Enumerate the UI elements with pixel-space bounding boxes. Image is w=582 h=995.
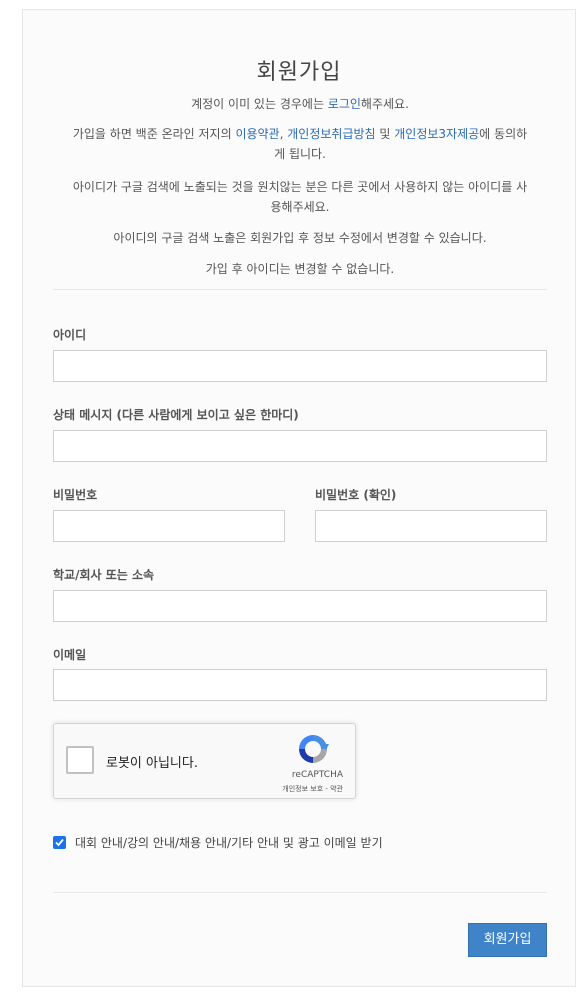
info-login-line: 계정이 이미 있는 경우에는 로그인해주세요. (55, 94, 545, 114)
signup-submit-button[interactable]: 회원가입 (468, 923, 547, 957)
recaptcha-brand: reCAPTCHA (291, 770, 343, 780)
info-text: 에 동의하 (479, 127, 528, 141)
email-consent-label[interactable]: 대회 안내/강의 안내/채용 안내/기타 안내 및 광고 이메일 받기 (75, 834, 383, 851)
password-label: 비밀번호 (53, 488, 98, 502)
page-title: 회원가입 (256, 60, 342, 85)
privacy-link[interactable]: 개인정보취급방침 (287, 127, 375, 141)
username-label: 아이디 (53, 328, 87, 342)
username-input[interactable] (53, 350, 547, 382)
status-message-input[interactable] (53, 430, 547, 462)
email-label: 이메일 (53, 648, 87, 662)
password-confirm-label: 비밀번호 (확인) (315, 488, 397, 502)
info-text: 아이디가 구글 검색에 노출되는 것을 원치않는 분은 다른 곳에서 사용하지 … (72, 180, 528, 194)
school-label: 학교/회사 또는 소속 (53, 568, 155, 582)
recaptcha-label: 로봇이 아닙니다. (106, 756, 198, 771)
checkmark-icon (55, 838, 64, 847)
info-change-line: 아이디의 구글 검색 노출은 회원가입 후 정보 수정에서 변경할 수 있습니다… (113, 231, 487, 245)
recaptcha-checkbox[interactable] (66, 746, 94, 774)
info-separator: 및 (375, 127, 395, 141)
info-fixed-id-line: 가입 후 아이디는 변경할 수 없습니다. (205, 262, 395, 276)
info-terms-line: 가입을 하면 백준 온라인 저지의 이용약관, 개인정보취급방침 및 개인정보3… (55, 124, 545, 164)
info-google-line: 아이디가 구글 검색에 노출되는 것을 원치않는 분은 다른 곳에서 사용하지 … (55, 177, 545, 217)
info-text: 계정이 이미 있는 경우에는 (191, 97, 328, 111)
status-message-label: 상태 메시지 (다른 사람에게 보이고 싶은 한마디) (53, 408, 299, 422)
recaptcha-widget: 로봇이 아닙니다. reCAPTCHA 개인정보 보호 - 약관 (53, 723, 356, 799)
info-text: 해주세요. (360, 97, 409, 111)
info-text: 게 됩니다. (274, 147, 326, 161)
divider (53, 289, 547, 290)
recaptcha-privacy-terms-links[interactable]: 개인정보 보호 - 약관 (282, 784, 343, 794)
email-input[interactable] (53, 669, 547, 701)
divider (53, 892, 547, 893)
email-consent-checkbox[interactable] (53, 836, 66, 849)
info-text: 용해주세요. (270, 200, 330, 214)
thirdparty-link[interactable]: 개인정보3자제공 (394, 127, 479, 141)
school-input[interactable] (53, 590, 547, 622)
signup-panel: 회원가입 계정이 이미 있는 경우에는 로그인해주세요. 가입을 하면 백준 온… (22, 9, 576, 987)
password-confirm-input[interactable] (315, 510, 547, 542)
info-text: 가입을 하면 백준 온라인 저지의 (72, 127, 236, 141)
terms-link[interactable]: 이용약관 (235, 127, 279, 141)
password-input[interactable] (53, 510, 285, 542)
login-link[interactable]: 로그인 (328, 97, 361, 111)
recaptcha-logo-icon (299, 735, 329, 763)
